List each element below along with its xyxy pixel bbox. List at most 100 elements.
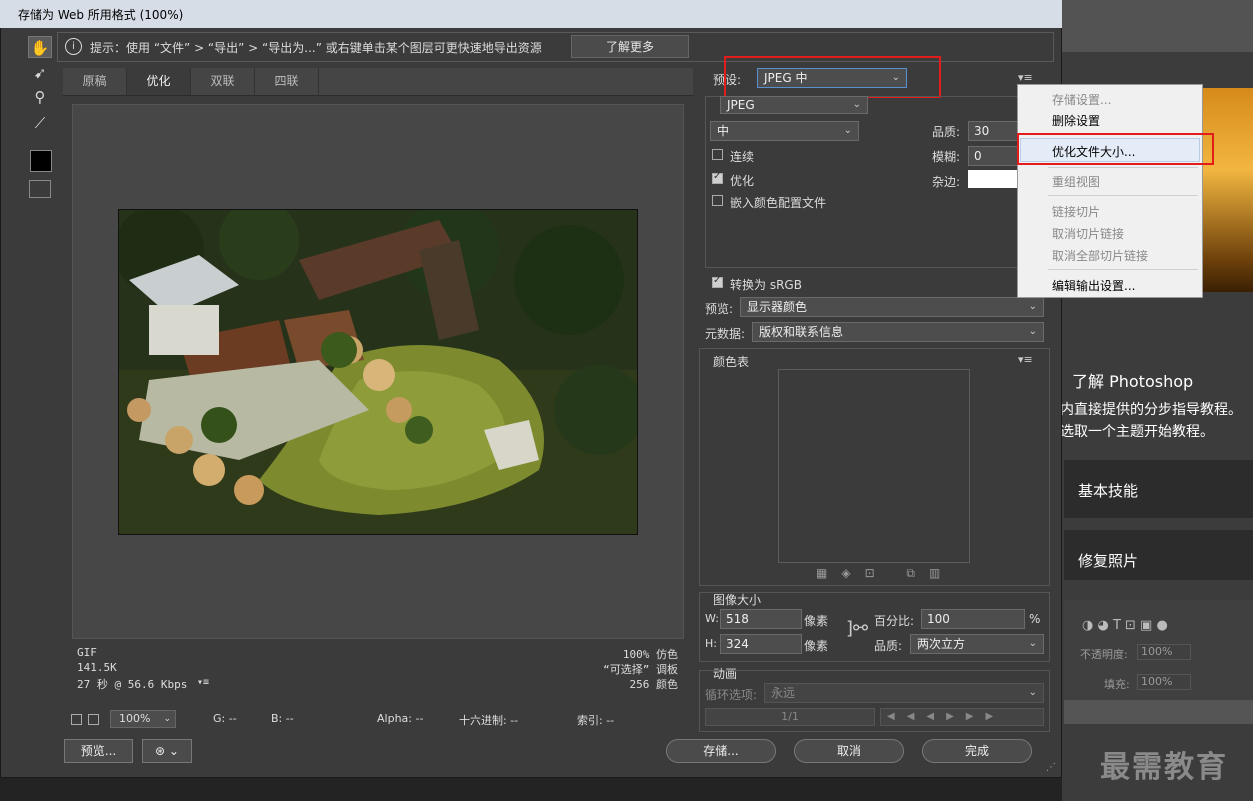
tab-strip-filler — [319, 68, 693, 95]
quality-level-select[interactable]: 中 ⌄ — [710, 121, 859, 141]
hand-tool-icon[interactable]: ✋ — [28, 36, 52, 58]
width-unit: 像素 — [804, 614, 829, 628]
background-toolbar-strip — [1062, 0, 1253, 52]
embed-profile-checkbox[interactable] — [712, 195, 723, 206]
progressive-checkbox[interactable] — [712, 149, 723, 160]
optimize-context-menu: 存储设置... 删除设置 优化文件大小... 重组视图 链接切片 取消切片链接 … — [1017, 84, 1203, 298]
percent-unit: % — [1029, 612, 1041, 626]
menu-item-unlink-slice[interactable]: 取消切片链接 — [1052, 225, 1124, 242]
menu-item-delete-settings[interactable]: 删除设置 — [1052, 112, 1100, 129]
convert-srgb-label: 转换为 sRGB — [730, 278, 802, 292]
info-format: GIF — [77, 646, 97, 659]
preset-highlight-box — [724, 56, 941, 98]
fill-field[interactable]: 100% — [1137, 674, 1191, 690]
info-dither: 100% 仿色 — [622, 648, 678, 661]
height-label: H: — [705, 637, 717, 650]
tab-4up[interactable]: 四联 — [255, 68, 319, 95]
animation-title: 动画 — [713, 667, 738, 681]
info-palette: “可选择” 调板 — [603, 663, 678, 676]
blur-field[interactable]: 0 — [968, 146, 1018, 166]
image-size-title: 图像大小 — [713, 593, 762, 607]
width-field[interactable]: 518 — [720, 609, 802, 629]
percent-field[interactable]: 100 — [921, 609, 1025, 629]
slice-select-tool-icon[interactable]: ➹ — [28, 62, 52, 84]
zoom-select[interactable]: 100% ⌄ — [110, 710, 176, 728]
optimized-label: 优化 — [730, 174, 755, 188]
tab-original[interactable]: 原稿 — [63, 68, 127, 95]
layer-tool-icons: ◑ ◕ T ⊡ ▣ ● — [1082, 618, 1168, 633]
color-table-grid[interactable] — [778, 369, 970, 563]
preview-mode-label: 预览: — [705, 302, 734, 316]
info-download-time: 27 秒 @ 56.6 Kbps — [77, 678, 188, 691]
learn-description-line2: 选取一个主题开始教程。 — [1060, 424, 1214, 440]
height-unit: 像素 — [804, 639, 829, 653]
menu-separator — [1048, 269, 1198, 270]
resize-grip-icon[interactable]: ⋰ — [1046, 762, 1056, 773]
layer-row[interactable] — [1064, 700, 1253, 724]
menu-separator — [1048, 167, 1198, 168]
tutorial-card-basic[interactable]: 基本技能 — [1064, 460, 1253, 518]
color-table-tool-icons[interactable]: ▦◈⊡ ⧉▥ — [816, 566, 954, 581]
slice-frame-checkbox[interactable] — [88, 714, 99, 725]
width-label: W: — [705, 612, 719, 625]
color-table-menu-icon[interactable]: ▾≡ — [1018, 353, 1033, 366]
constrain-link-icon[interactable]: ]⚯ — [846, 618, 868, 639]
zoom-tool-icon[interactable]: ⚲ — [28, 86, 52, 108]
menu-item-unlink-all-slices[interactable]: 取消全部切片链接 — [1052, 247, 1148, 264]
progressive-label: 连续 — [730, 150, 755, 164]
matte-color-swatch[interactable] — [968, 170, 1018, 188]
preview-button[interactable]: 预览... — [64, 739, 133, 763]
quality-field[interactable]: 30 — [968, 121, 1018, 141]
optimize-menu-icon[interactable]: ▾≡ — [1018, 71, 1033, 84]
gradient-preview — [1200, 88, 1253, 292]
fill-label: 填充: — [1104, 678, 1130, 691]
eyedropper-color-swatch[interactable] — [30, 150, 52, 172]
percent-label: 百分比: — [874, 614, 915, 628]
done-button[interactable]: 完成 — [922, 739, 1032, 763]
loop-label: 循环选项: — [705, 688, 758, 702]
tutorial-card-label: 修复照片 — [1078, 552, 1139, 570]
height-field[interactable]: 324 — [720, 634, 802, 654]
menu-item-edit-output-settings[interactable]: 编辑输出设置... — [1052, 277, 1135, 294]
help-menu-button[interactable]: ⊛ ⌄ — [142, 739, 192, 763]
download-speed-menu-icon[interactable]: ▾≡ — [197, 677, 209, 688]
menu-item-save-settings[interactable]: 存储设置... — [1052, 91, 1111, 108]
toggle-slices-icon[interactable] — [29, 180, 51, 198]
b-readout: B: -- — [271, 712, 294, 725]
info-icon: i — [65, 38, 82, 55]
metadata-select[interactable]: 版权和联系信息 ⌄ — [752, 322, 1044, 342]
metadata-label: 元数据: — [705, 327, 746, 341]
alpha-readout: Alpha: -- — [377, 712, 424, 725]
format-select[interactable]: JPEG ⌄ — [720, 96, 868, 114]
dialog-titlebar[interactable]: 存储为 Web 所用格式 (100%) — [0, 0, 1062, 28]
slice-visibility-checkbox[interactable] — [71, 714, 82, 725]
resample-quality-select[interactable]: 两次立方 ⌄ — [910, 634, 1044, 654]
preview-mode-select[interactable]: 显示器颜色 ⌄ — [740, 297, 1044, 317]
menu-item-link-slices[interactable]: 链接切片 — [1052, 203, 1100, 220]
preview-image[interactable] — [118, 209, 638, 535]
help-icon: ⊛ ⌄ — [155, 744, 179, 758]
learn-more-button[interactable]: 了解更多 — [571, 35, 689, 58]
optimized-checkbox[interactable] — [712, 171, 723, 184]
blur-label: 模糊: — [932, 150, 961, 164]
opacity-field[interactable]: 100% — [1137, 644, 1191, 660]
cancel-button[interactable]: 取消 — [794, 739, 904, 763]
tab-2up[interactable]: 双联 — [191, 68, 255, 95]
tool-palette: ✋ ➹ ⚲ ⟋ — [26, 34, 54, 206]
loop-select[interactable]: 永远 ⌄ — [764, 683, 1044, 703]
tutorial-card-repair[interactable]: 修复照片 — [1064, 530, 1253, 580]
eyedropper-tool-icon[interactable]: ⟋ — [28, 112, 52, 134]
matte-label: 杂边: — [932, 175, 961, 189]
menu-item-repopulate-views[interactable]: 重组视图 — [1052, 173, 1100, 190]
g-readout: G: -- — [213, 712, 237, 725]
status-bar: 100% ⌄ G: -- B: -- Alpha: -- 十六进制: -- 索引:… — [63, 708, 693, 730]
save-button[interactable]: 存储... — [666, 739, 776, 763]
learn-photoshop-title: 了解 Photoshop — [1072, 372, 1194, 391]
animation-controls[interactable]: ◀◀◀▶▶▶ — [880, 708, 1044, 726]
optimize-file-size-highlight-box — [1017, 133, 1214, 165]
garden-photo — [119, 210, 637, 534]
frame-counter: 1/1 — [705, 708, 875, 726]
info-filesize: 141.5K — [77, 661, 117, 674]
convert-srgb-checkbox[interactable] — [712, 275, 723, 288]
tab-optimized[interactable]: 优化 — [127, 68, 191, 95]
